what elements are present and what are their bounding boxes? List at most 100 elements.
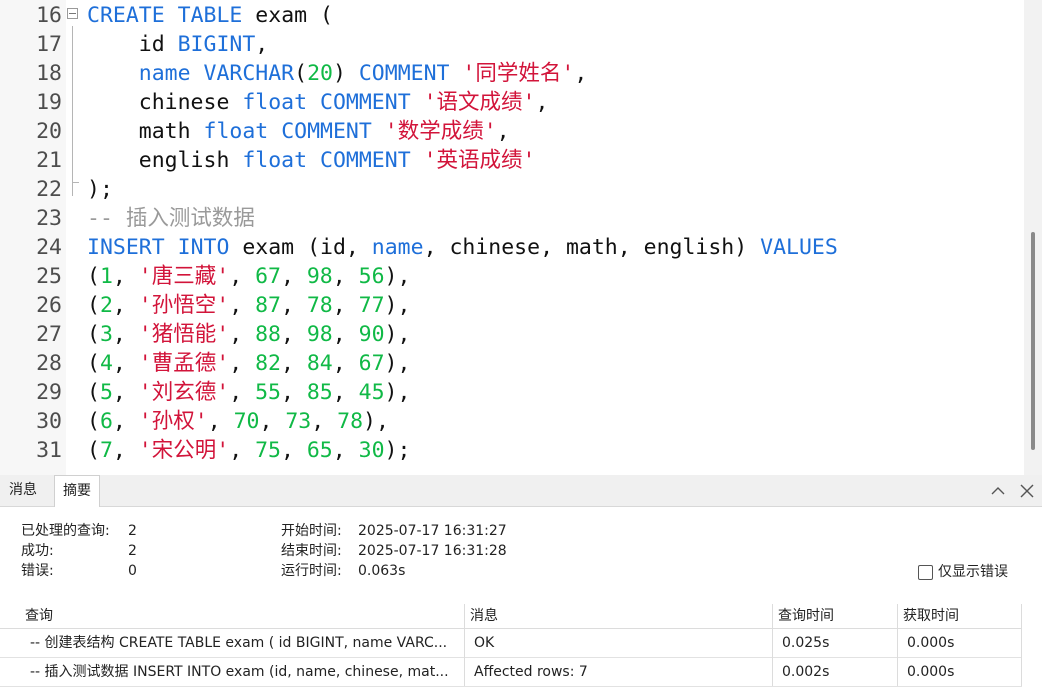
column-divider[interactable] — [1021, 604, 1022, 686]
col-header-query[interactable]: 查询 — [25, 604, 455, 628]
code-line[interactable]: 24 INSERT INTO exam (id, name, chinese, m… — [0, 233, 1030, 262]
code-text: chinese float COMMENT '语文成绩', — [87, 88, 549, 117]
row-message: OK — [474, 635, 495, 651]
code-line[interactable]: 19 chinese float COMMENT '语文成绩', — [0, 88, 1030, 117]
code-token: , — [229, 293, 256, 318]
tab-messages[interactable]: 消息 — [1, 475, 45, 506]
row-query-time: 0.002s — [782, 664, 830, 680]
code-line[interactable]: 17 id BIGINT, — [0, 30, 1030, 59]
code-text: id BIGINT, — [87, 30, 268, 59]
line-number: 30 — [36, 409, 62, 434]
code-line[interactable]: 26 (2, '孙悟空', 87, 78, 77), — [0, 291, 1030, 320]
code-token: TABLE — [177, 3, 243, 28]
code-token: '英语成绩' — [423, 148, 536, 173]
code-token: '猪悟能' — [138, 322, 230, 347]
code-token: chinese — [87, 90, 243, 115]
column-divider[interactable] — [464, 604, 465, 686]
code-line[interactable]: 28 (4, '曹孟德', 82, 84, 67), — [0, 349, 1030, 378]
code-token: 56 — [358, 264, 385, 289]
line-number: 20 — [36, 119, 62, 144]
tab-summary[interactable]: 摘要 — [54, 475, 100, 507]
code-token: 1 — [99, 264, 113, 289]
run-time-value: 0.063s — [358, 563, 406, 579]
code-token: '孙悟空' — [138, 293, 230, 318]
line-number: 25 — [36, 264, 62, 289]
line-number: 21 — [36, 148, 62, 173]
fold-toggle-icon[interactable] — [67, 8, 78, 19]
code-token: , — [332, 264, 359, 289]
code-token: '同学姓名' — [462, 61, 575, 86]
column-divider[interactable] — [897, 604, 898, 686]
code-line[interactable]: 16 CREATE TABLE exam ( — [0, 1, 1030, 30]
code-line[interactable]: 23 -- 插入测试数据 — [0, 204, 1030, 233]
line-number: 23 — [36, 206, 62, 231]
code-token: 5 — [99, 380, 113, 405]
code-token: 6 — [99, 409, 113, 434]
chevron-up-icon[interactable] — [989, 482, 1007, 500]
code-token: '数学成绩' — [384, 119, 497, 144]
code-token: , chinese, math, english) — [423, 235, 761, 260]
code-token: math — [87, 119, 204, 144]
table-row[interactable]: -- 创建表结构 CREATE TABLE exam ( id BIGINT, … — [0, 629, 1022, 658]
code-line[interactable]: 22); — [0, 175, 1030, 204]
code-line[interactable]: 20 math float COMMENT '数学成绩', — [0, 117, 1030, 146]
col-header-message[interactable]: 消息 — [470, 604, 760, 628]
close-icon[interactable] — [1018, 482, 1036, 500]
code-line[interactable]: 21 english float COMMENT '英语成绩' — [0, 146, 1030, 175]
col-header-fetch-time[interactable]: 获取时间 — [903, 604, 1013, 628]
code-token: 45 — [358, 380, 385, 405]
code-token: -- 插入测试数据 — [87, 206, 255, 231]
code-line[interactable]: 30 (6, '孙权', 70, 73, 78), — [0, 407, 1030, 436]
code-line[interactable]: 25 (1, '唐三藏', 67, 98, 56), — [0, 262, 1030, 291]
table-row[interactable]: -- 插入测试数据 INSERT INTO exam (id, name, ch… — [0, 658, 1022, 687]
code-token: , — [112, 264, 139, 289]
code-text: math float COMMENT '数学成绩', — [87, 117, 510, 146]
line-number: 19 — [36, 90, 62, 115]
code-token: 87 — [255, 293, 281, 318]
line-number: 22 — [36, 177, 62, 202]
code-token: '宋公明' — [138, 438, 230, 463]
col-header-query-time[interactable]: 查询时间 — [778, 604, 888, 628]
result-tabs: 消息 摘要 — [0, 475, 1042, 507]
code-token: COMMENT — [281, 119, 372, 144]
code-token: float — [203, 119, 269, 144]
row-query: -- 插入测试数据 INSERT INTO exam (id, name, ch… — [30, 664, 449, 680]
code-token: ) — [332, 61, 359, 86]
code-token: , — [332, 293, 359, 318]
code-token: ( — [87, 322, 100, 347]
code-text: (4, '曹孟德', 82, 84, 67), — [87, 349, 410, 378]
code-token: 98 — [306, 264, 333, 289]
code-token: 4 — [99, 351, 113, 376]
only-errors-label[interactable]: 仅显示错误 — [938, 562, 1008, 582]
code-text: (6, '孙权', 70, 73, 78), — [87, 407, 389, 436]
code-token: , — [280, 264, 307, 289]
code-line[interactable]: 31 (7, '宋公明', 75, 65, 30); — [0, 436, 1030, 465]
code-token: , — [229, 438, 256, 463]
code-token: exam ( — [242, 3, 333, 28]
only-errors-checkbox[interactable] — [918, 565, 933, 580]
code-token: , — [112, 293, 139, 318]
code-token: 67 — [255, 264, 281, 289]
errors-value: 0 — [128, 563, 137, 579]
code-token: ), — [384, 351, 411, 376]
editor-scrollbar-thumb[interactable] — [1031, 232, 1035, 450]
code-line[interactable]: 18 name VARCHAR(20) COMMENT '同学姓名', — [0, 59, 1030, 88]
code-token: , — [280, 322, 307, 347]
code-token: , — [112, 380, 139, 405]
sql-editor[interactable]: 16 CREATE TABLE exam (17 id BIGINT, 18 nam… — [0, 0, 1042, 475]
line-number: 29 — [36, 380, 62, 405]
code-token: ); — [87, 177, 113, 202]
column-divider[interactable] — [772, 604, 773, 686]
code-line[interactable]: 27 (3, '猪悟能', 88, 98, 90), — [0, 320, 1030, 349]
summary-panel: 已处理的查询: 2 成功: 2 错误: 0 开始时间: 2025-07-17 1… — [0, 507, 1042, 602]
code-token: VALUES — [760, 235, 838, 260]
code-token: 98 — [306, 322, 333, 347]
code-line[interactable]: 29 (5, '刘玄德', 55, 85, 45), — [0, 378, 1030, 407]
code-token: 88 — [255, 322, 281, 347]
code-token: ( — [87, 438, 100, 463]
